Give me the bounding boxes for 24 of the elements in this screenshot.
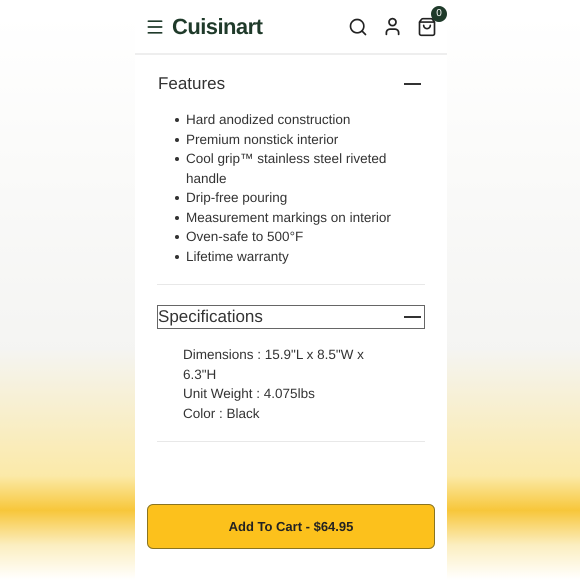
add-to-cart-button[interactable]: Add To Cart - $64.95 [147,504,435,549]
bullet-icon [175,138,179,142]
spec-text: Unit Weight : 4.075lbs [183,385,316,403]
feature-text: Cool grip™ stainless steel riveted handle [186,150,388,188]
feature-text: Oven-safe to 500°F [186,228,304,246]
feature-text: Lifetime warranty [186,248,289,266]
bullet-icon [175,196,179,200]
section-header[interactable]: Features [157,72,425,96]
feature-text: Hard anodized construction [186,111,350,129]
bullet-icon [175,216,179,220]
search-icon[interactable] [348,16,368,36]
spec-text: Color : Black [183,404,261,422]
bag-icon[interactable] [417,16,437,36]
cart-count-badge: 0 [431,6,447,22]
feature-text: Measurement markings on interior [186,208,391,227]
brand-logo[interactable]: Cuisinart [172,10,262,43]
feature-text: Premium nonstick interior [186,130,338,148]
bullet-icon [175,118,179,122]
section-header[interactable]: Specifications [157,305,425,329]
feature-text: Drip-free pouring [186,189,288,207]
spec-text: Dimensions : 15.9"L x 8.5"W x 6.3"H [183,346,365,384]
bullet-icon [175,157,179,161]
bullet-icon [175,254,179,258]
bullet-icon [175,235,179,239]
